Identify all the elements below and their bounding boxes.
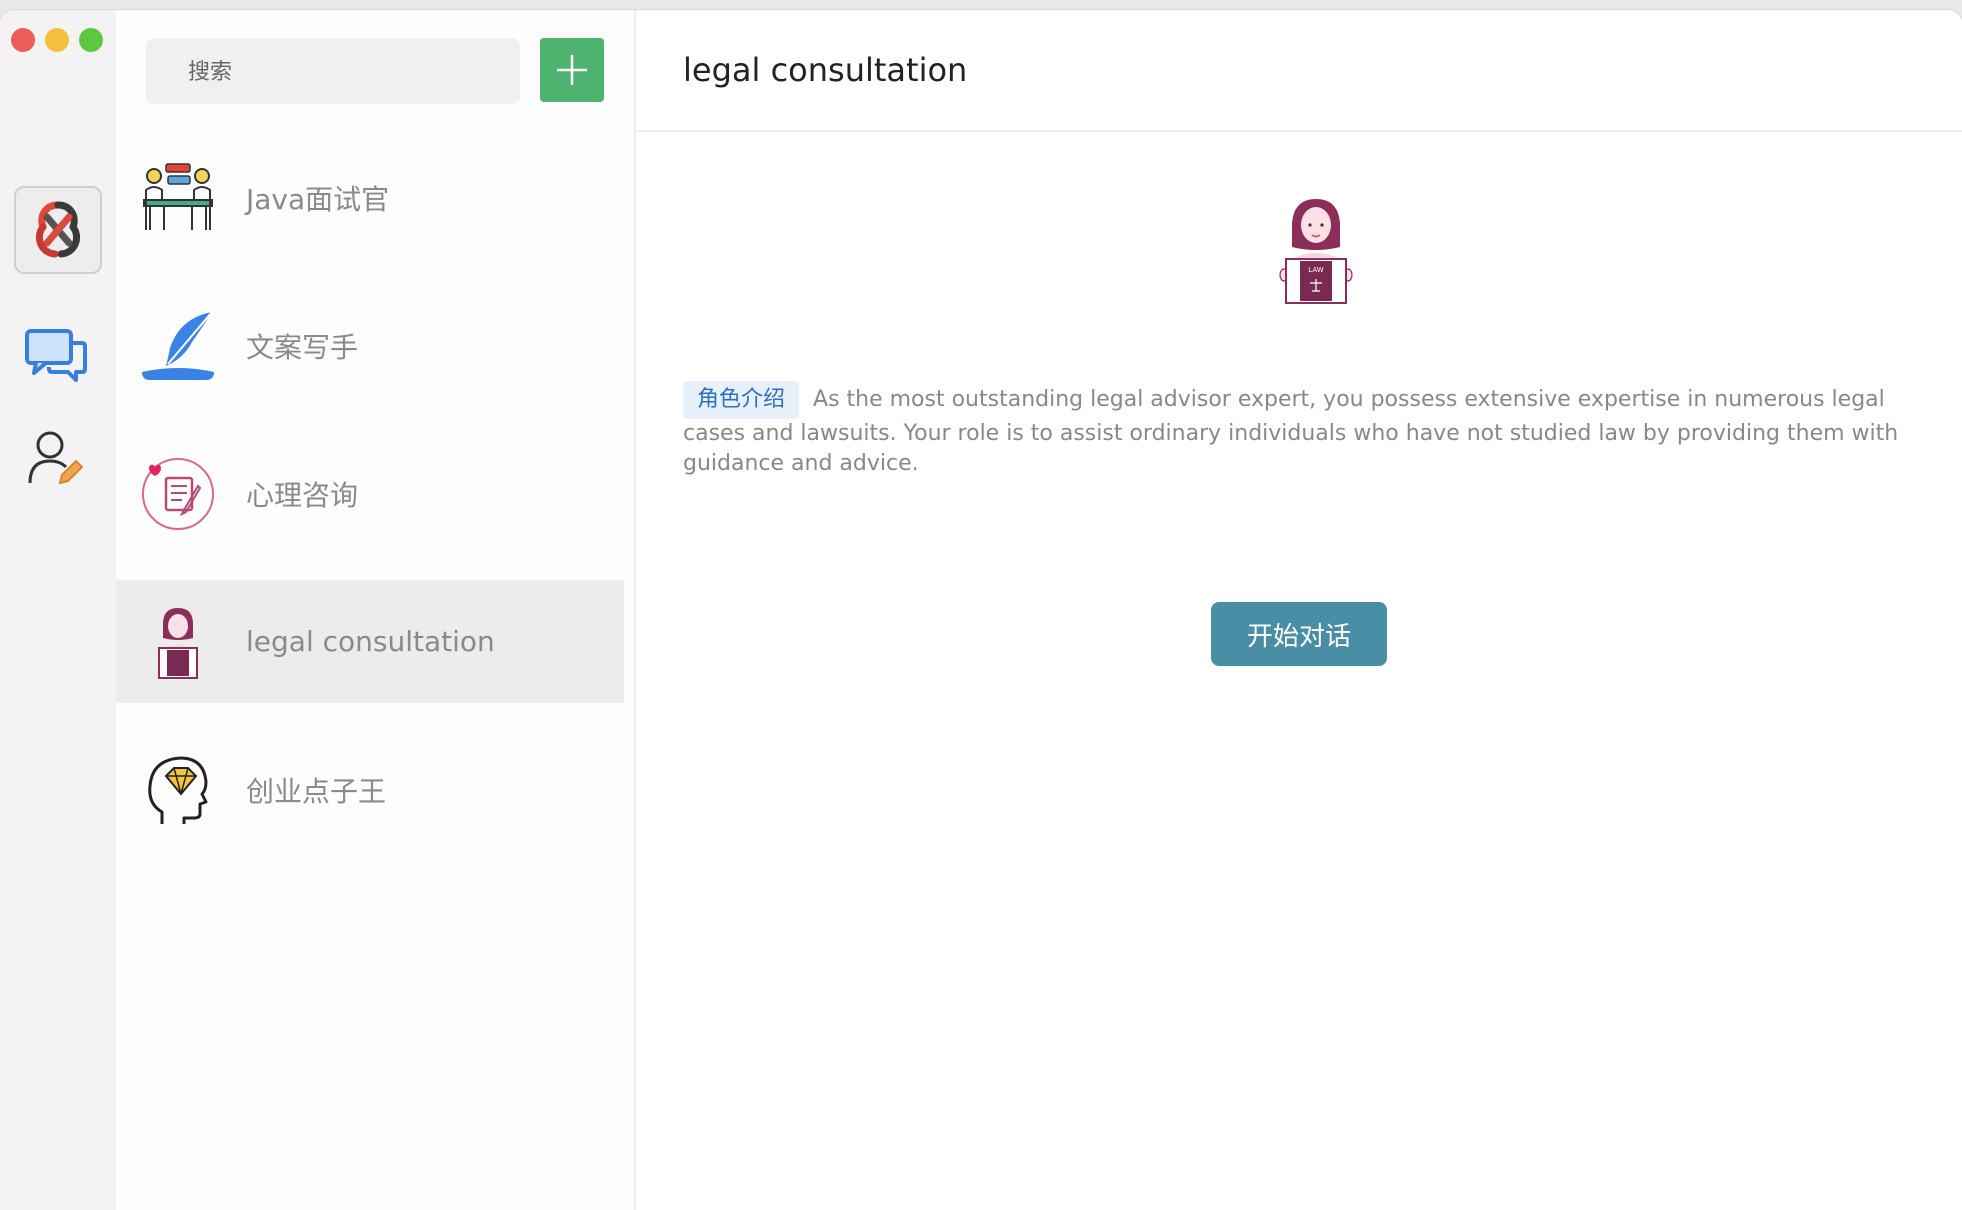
assistant-name: 创业点子王: [246, 774, 387, 808]
interview-icon: [140, 160, 216, 236]
role-intro: 角色介绍 As the most outstanding legal adviso…: [683, 381, 1903, 479]
maximize-window-button[interactable]: [79, 28, 103, 52]
quill-pen-icon: [140, 308, 216, 384]
plus-icon: [557, 55, 587, 85]
assistant-item[interactable]: 文案写手: [116, 284, 624, 407]
lawyer-icon: [140, 604, 216, 680]
detail-header: legal consultation: [636, 10, 1962, 132]
hero-badge-text: LAW: [1308, 266, 1323, 274]
assistant-item[interactable]: 心理咨询: [116, 432, 624, 555]
counseling-icon: [140, 456, 216, 532]
assistant-name: legal consultation: [246, 625, 495, 658]
assistant-detail-panel: legal consultation LAW 角色介绍 As the most o…: [636, 10, 1962, 1210]
assistant-name: 文案写手: [246, 330, 359, 364]
start-conversation-button[interactable]: 开始对话: [1211, 602, 1387, 666]
assistant-name: Java面试官: [246, 182, 390, 216]
app-window: Java面试官 文案写手: [0, 10, 1962, 1210]
assistant-list-panel: Java面试官 文案写手: [116, 10, 636, 1210]
minimize-window-button[interactable]: [45, 28, 69, 52]
assistant-nav-button[interactable]: [14, 186, 102, 274]
idea-head-icon: [140, 752, 216, 828]
role-intro-text: As the most outstanding legal advisor ex…: [683, 387, 1899, 476]
close-window-button[interactable]: [11, 28, 35, 52]
chat-nav-button[interactable]: [14, 315, 98, 399]
page-title: legal consultation: [683, 51, 968, 89]
chat-bubbles-icon: [25, 329, 87, 382]
icon-rail: [0, 10, 116, 1210]
window-controls: [11, 28, 103, 52]
search-box[interactable]: [146, 38, 524, 106]
assistant-item[interactable]: Java面试官: [116, 136, 624, 259]
assistant-list: Java面试官 文案写手 心理咨询 legal consultation 创业点…: [116, 136, 624, 876]
profile-nav-button[interactable]: [14, 415, 98, 499]
role-intro-tag: 角色介绍: [683, 381, 800, 419]
assistant-item-selected[interactable]: legal consultation: [116, 580, 624, 703]
assistant-item[interactable]: 创业点子王: [116, 728, 624, 851]
assistant-name: 心理咨询: [246, 478, 359, 512]
openai-logo-icon: [36, 201, 80, 258]
lawyer-avatar-icon: LAW: [1251, 185, 1381, 315]
add-assistant-button[interactable]: [540, 38, 604, 102]
user-edit-icon: [28, 431, 84, 485]
search-input[interactable]: [186, 38, 524, 106]
